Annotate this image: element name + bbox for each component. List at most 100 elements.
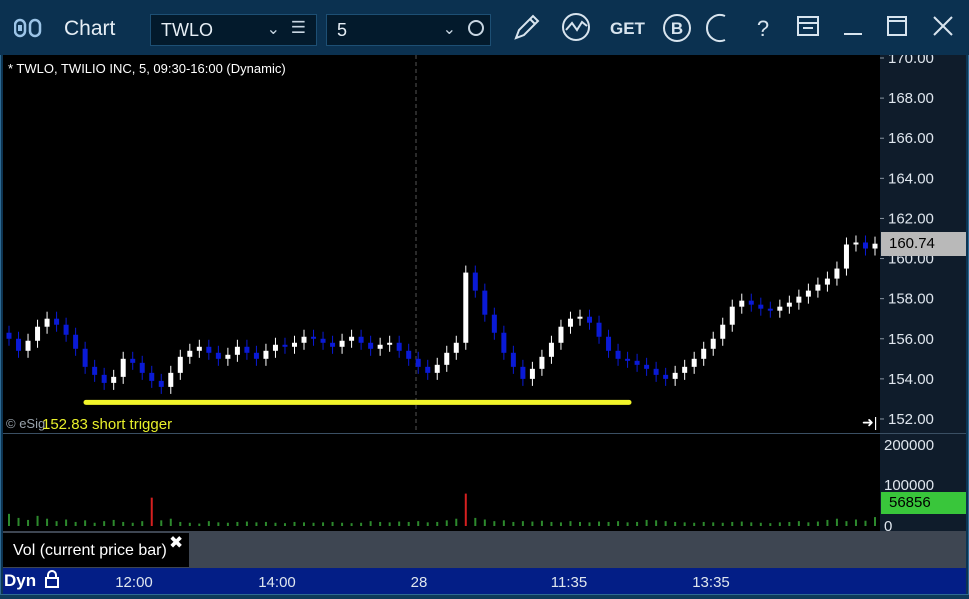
candle xyxy=(539,349,545,376)
candle xyxy=(606,329,612,358)
candle xyxy=(853,235,859,252)
candle xyxy=(225,347,231,366)
lock-icon[interactable] xyxy=(44,570,60,588)
candle xyxy=(320,331,326,350)
clock-icon[interactable] xyxy=(468,20,484,36)
price-tick-label: 162.00 xyxy=(888,210,934,227)
time-axis[interactable]: 12:00 14:00 28 11:35 13:35 xyxy=(3,568,966,594)
candle xyxy=(54,311,60,332)
time-tick-label: 28 xyxy=(411,574,428,591)
candle xyxy=(349,329,355,348)
list-icon[interactable]: ☰ xyxy=(291,18,306,38)
maximize-icon[interactable] xyxy=(880,12,914,46)
layout-icon[interactable] xyxy=(792,12,826,46)
volume-tick-label: 200000 xyxy=(884,437,934,454)
candle xyxy=(834,261,840,286)
chevron-down-icon[interactable]: ⌄ xyxy=(443,19,456,39)
price-chart-panel[interactable] xyxy=(3,55,880,433)
candle xyxy=(786,295,792,314)
candle xyxy=(558,319,564,350)
candle xyxy=(234,339,240,362)
volume-study-label[interactable]: Vol (current price bar) ✖ xyxy=(3,533,189,567)
price-tick-label: 154.00 xyxy=(888,371,934,388)
get-icon[interactable]: GET xyxy=(610,12,645,46)
volume-panel[interactable] xyxy=(3,434,880,531)
candle xyxy=(805,283,811,304)
candle xyxy=(587,309,593,330)
candle xyxy=(701,341,707,366)
candle xyxy=(263,343,269,366)
volume-study-text: Vol (current price bar) xyxy=(13,542,167,559)
candle xyxy=(434,357,440,380)
candle xyxy=(187,343,193,364)
candle xyxy=(444,345,450,372)
candle xyxy=(215,345,221,366)
b-label: B xyxy=(670,19,684,38)
close-icon[interactable]: ✖ xyxy=(169,533,183,553)
candle xyxy=(625,351,631,368)
chart-app-icon xyxy=(13,17,50,45)
candle xyxy=(158,373,164,394)
candle xyxy=(872,236,878,256)
half-circle-icon[interactable] xyxy=(702,12,736,46)
candle xyxy=(101,367,107,390)
candle xyxy=(63,317,69,342)
candle xyxy=(368,335,374,356)
time-tick-label: 13:35 xyxy=(692,574,730,591)
candle xyxy=(387,335,393,352)
candle xyxy=(396,335,402,358)
candle xyxy=(644,357,650,376)
studies-icon[interactable] xyxy=(560,12,594,46)
candle xyxy=(520,359,526,386)
current-price-tag: 160.74 xyxy=(881,232,966,256)
time-tick-label: 11:35 xyxy=(551,574,587,591)
symbol-selector[interactable]: TWLO ⌄ ☰ xyxy=(150,14,317,46)
interval-selector[interactable]: 5 ⌄ xyxy=(326,14,491,46)
candle xyxy=(567,311,573,334)
price-tick-label: 170.00 xyxy=(888,55,934,67)
minimize-icon[interactable] xyxy=(836,12,870,46)
candle xyxy=(510,345,516,374)
candle xyxy=(82,341,88,374)
candle xyxy=(577,309,583,326)
candle xyxy=(244,339,250,360)
candle xyxy=(73,327,79,356)
candle xyxy=(653,361,659,382)
candle xyxy=(139,355,145,380)
volume-axis[interactable]: 200000 100000 0 xyxy=(880,434,966,535)
candle xyxy=(663,367,669,386)
candle xyxy=(92,359,98,382)
b-icon[interactable]: B xyxy=(660,12,694,46)
price-chart-svg[interactable] xyxy=(3,55,880,433)
price-tick-label: 152.00 xyxy=(888,411,934,428)
candle xyxy=(149,365,155,388)
symbol-value[interactable]: TWLO xyxy=(161,20,213,41)
candle xyxy=(35,319,41,348)
goto-latest-icon[interactable]: ➜| xyxy=(862,414,877,431)
candle xyxy=(548,335,554,364)
window-title: Chart xyxy=(64,17,116,40)
candle xyxy=(862,235,868,256)
help-icon[interactable]: ? xyxy=(746,12,780,46)
candle xyxy=(729,299,735,332)
candle xyxy=(358,329,364,350)
volume-axis-svg: 2000001000000 xyxy=(884,437,934,535)
candle xyxy=(767,301,773,318)
title-bar: Chart TWLO ⌄ ☰ 5 ⌄ GET B ? xyxy=(0,0,969,55)
chevron-down-icon[interactable]: ⌄ xyxy=(267,19,280,39)
interval-value[interactable]: 5 xyxy=(337,20,347,41)
draw-pencil-icon[interactable] xyxy=(510,12,544,46)
price-tick-label: 156.00 xyxy=(888,331,934,348)
chart-header: * TWLO, TWILIO INC, 5, 09:30-16:00 (Dyna… xyxy=(8,61,286,76)
dynamic-mode-label[interactable]: Dyn xyxy=(4,571,36,591)
candle xyxy=(330,335,336,354)
candle xyxy=(6,325,12,346)
time-tick-label: 14:00 xyxy=(258,574,296,591)
candle xyxy=(615,343,621,366)
candle xyxy=(672,365,678,386)
candle xyxy=(406,343,412,366)
current-volume-tag: 56856 xyxy=(881,492,966,514)
close-icon[interactable] xyxy=(926,12,960,46)
candle xyxy=(843,237,849,276)
candle xyxy=(748,293,754,312)
